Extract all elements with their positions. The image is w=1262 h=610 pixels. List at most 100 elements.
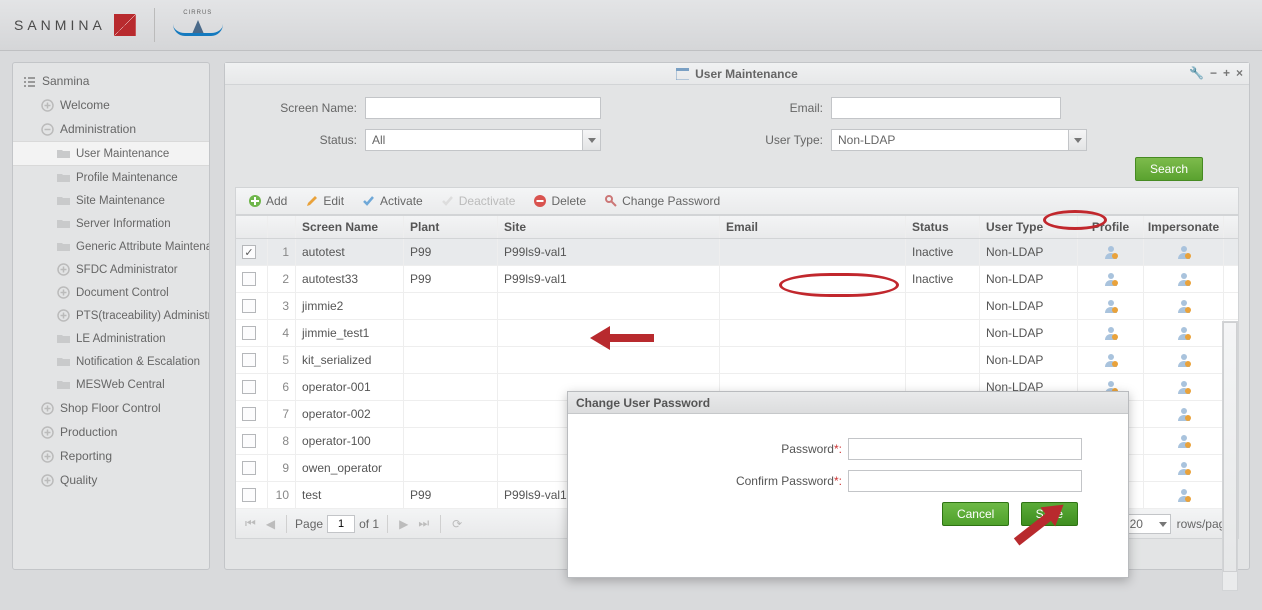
email-label: Email:	[711, 101, 831, 115]
refresh-icon[interactable]: ⟳	[449, 517, 465, 531]
plus-circle-icon	[41, 426, 54, 439]
delete-button[interactable]: Delete	[525, 191, 594, 211]
prev-page-icon[interactable]: ◀	[263, 517, 278, 531]
profile-icon[interactable]	[1078, 266, 1144, 292]
table-row[interactable]: 1autotestP99P99ls9-val1InactiveNon-LDAP	[236, 239, 1238, 266]
next-page-icon[interactable]: ▶	[396, 517, 411, 531]
password-input[interactable]	[848, 438, 1082, 460]
grid-scrollbar[interactable]	[1222, 321, 1238, 591]
nav-mesweb-central[interactable]: MESWeb Central	[13, 373, 209, 396]
change-password-button[interactable]: Change Password	[596, 191, 728, 211]
search-button[interactable]: Search	[1135, 157, 1203, 181]
impersonate-icon[interactable]	[1144, 266, 1224, 292]
folder-icon	[57, 240, 70, 253]
confirm-password-input[interactable]	[848, 470, 1082, 492]
row-checkbox[interactable]	[242, 461, 256, 475]
col-impersonate[interactable]: Impersonate	[1144, 216, 1224, 238]
plus-circle-icon	[41, 402, 54, 415]
maximize-icon[interactable]: +	[1223, 66, 1230, 80]
impersonate-icon[interactable]	[1144, 320, 1224, 346]
nav-sfdc-admin[interactable]: SFDC Administrator	[13, 258, 209, 281]
col-status[interactable]: Status	[906, 216, 980, 238]
screen-name-input[interactable]	[365, 97, 601, 119]
table-row[interactable]: 3jimmie2Non-LDAP	[236, 293, 1238, 320]
close-icon[interactable]: ×	[1236, 66, 1243, 80]
col-screen-name[interactable]: Screen Name	[296, 216, 404, 238]
nav-server-information[interactable]: Server Information	[13, 212, 209, 235]
row-checkbox[interactable]	[242, 299, 256, 313]
first-page-icon[interactable]: ⏮	[242, 516, 259, 531]
impersonate-icon[interactable]	[1144, 455, 1224, 481]
deactivate-button[interactable]: Deactivate	[433, 191, 524, 211]
impersonate-icon[interactable]	[1144, 239, 1224, 265]
minimize-icon[interactable]: −	[1210, 66, 1217, 80]
nav-shop-floor[interactable]: Shop Floor Control	[13, 396, 209, 420]
nav-document-control[interactable]: Document Control	[13, 281, 209, 304]
nav-pts-admin[interactable]: PTS(traceability) Administration	[13, 304, 209, 327]
product-logo: CIRRUS	[173, 10, 223, 40]
nav-welcome[interactable]: Welcome	[13, 93, 209, 117]
profile-icon[interactable]	[1078, 320, 1144, 346]
table-row[interactable]: 4jimmie_test1Non-LDAP	[236, 320, 1238, 347]
page-size-select[interactable]: 20	[1125, 514, 1171, 534]
row-checkbox[interactable]	[242, 245, 256, 259]
folder-icon	[57, 355, 70, 368]
nav-user-maintenance[interactable]: User Maintenance	[13, 141, 209, 166]
col-site[interactable]: Site	[498, 216, 720, 238]
impersonate-icon[interactable]	[1144, 482, 1224, 508]
nav-quality[interactable]: Quality	[13, 468, 209, 492]
nav-administration[interactable]: Administration	[13, 117, 209, 141]
impersonate-icon[interactable]	[1144, 428, 1224, 454]
row-checkbox[interactable]	[242, 434, 256, 448]
filter-form: Screen Name: Email: Status: All User Typ…	[225, 85, 1249, 185]
row-checkbox[interactable]	[242, 353, 256, 367]
nav-generic-attribute[interactable]: Generic Attribute Maintenance	[13, 235, 209, 258]
brand-mark-icon	[114, 14, 136, 36]
col-plant[interactable]: Plant	[404, 216, 498, 238]
row-checkbox[interactable]	[242, 326, 256, 340]
table-row[interactable]: 5kit_serializedNon-LDAP	[236, 347, 1238, 374]
user-type-select[interactable]: Non-LDAP	[831, 129, 1087, 151]
wrench-icon[interactable]: 🔧	[1189, 66, 1204, 80]
edit-button[interactable]: Edit	[297, 191, 352, 211]
dialog-title: Change User Password	[568, 392, 1128, 414]
nav-profile-maintenance[interactable]: Profile Maintenance	[13, 166, 209, 189]
profile-icon[interactable]	[1078, 239, 1144, 265]
row-checkbox[interactable]	[242, 380, 256, 394]
table-row[interactable]: 2autotest33P99P99ls9-val1InactiveNon-LDA…	[236, 266, 1238, 293]
row-checkbox[interactable]	[242, 407, 256, 421]
last-page-icon[interactable]: ⏭	[415, 516, 432, 531]
add-button[interactable]: Add	[240, 191, 295, 211]
nav-production[interactable]: Production	[13, 420, 209, 444]
minus-circle-icon	[41, 123, 54, 136]
plus-circle-icon	[41, 450, 54, 463]
impersonate-icon[interactable]	[1144, 347, 1224, 373]
impersonate-icon[interactable]	[1144, 401, 1224, 427]
nav-le-admin[interactable]: LE Administration	[13, 327, 209, 350]
status-select[interactable]: All	[365, 129, 601, 151]
row-checkbox[interactable]	[242, 272, 256, 286]
row-checkbox[interactable]	[242, 488, 256, 502]
profile-icon[interactable]	[1078, 347, 1144, 373]
nav-reporting[interactable]: Reporting	[13, 444, 209, 468]
save-button[interactable]: Save	[1021, 502, 1078, 526]
col-user-type[interactable]: User Type	[980, 216, 1078, 238]
nav-site-maintenance[interactable]: Site Maintenance	[13, 189, 209, 212]
folder-icon	[57, 194, 70, 207]
check-blue-icon	[362, 194, 376, 208]
activate-button[interactable]: Activate	[354, 191, 431, 211]
impersonate-icon[interactable]	[1144, 293, 1224, 319]
col-profile[interactable]: Profile	[1078, 216, 1144, 238]
cancel-button[interactable]: Cancel	[942, 502, 1009, 526]
plus-circle-icon	[41, 474, 54, 487]
col-email[interactable]: Email	[720, 216, 906, 238]
brand-name: SANMINA	[14, 17, 106, 33]
impersonate-icon[interactable]	[1144, 374, 1224, 400]
page-input[interactable]	[327, 515, 355, 533]
grid-toolbar: Add Edit Activate Deactivate Delete Chan…	[235, 187, 1239, 215]
nav-notification[interactable]: Notification & Escalation	[13, 350, 209, 373]
tree-root[interactable]: Sanmina	[13, 69, 209, 93]
email-input[interactable]	[831, 97, 1061, 119]
profile-icon[interactable]	[1078, 293, 1144, 319]
nav-sidebar: Sanmina Welcome Administration User Main…	[12, 62, 210, 570]
